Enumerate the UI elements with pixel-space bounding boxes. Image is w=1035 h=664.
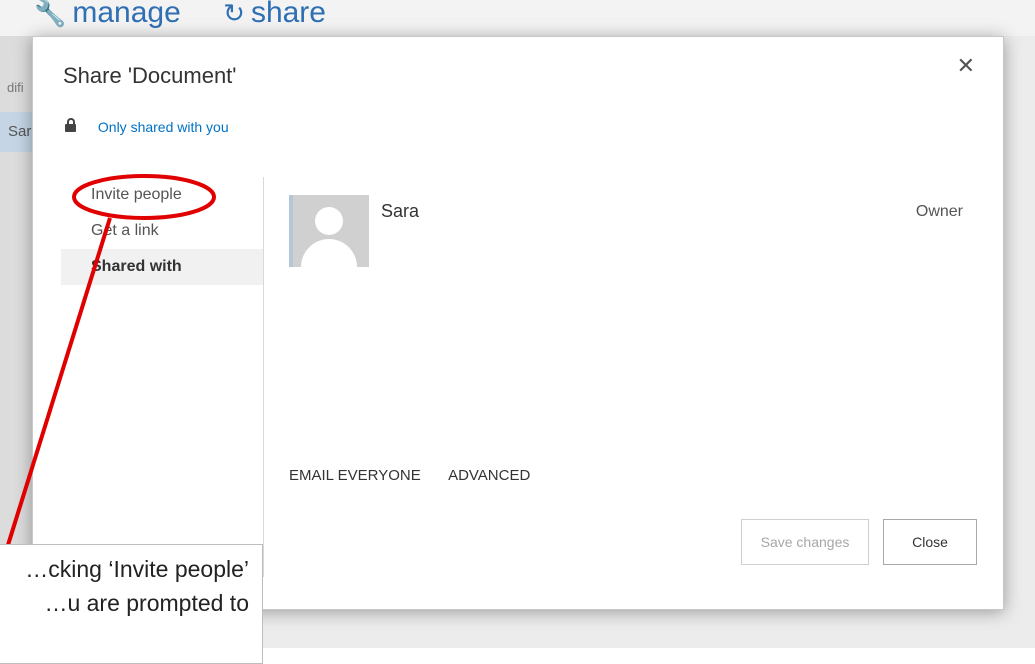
shared-user-row: Sara Owner: [289, 195, 969, 267]
avatar: [289, 195, 369, 267]
ribbon-manage[interactable]: 🔧 manage: [34, 0, 181, 30]
user-permission: Owner: [915, 203, 963, 220]
avatar-head: [315, 207, 343, 235]
nav-shared-with[interactable]: Shared with: [61, 249, 263, 285]
nav-get-a-link[interactable]: Get a link: [61, 213, 263, 249]
nav-divider: [263, 177, 264, 577]
background-list-row: Sar: [0, 112, 34, 152]
sharing-status-link[interactable]: Only shared with you: [98, 119, 229, 135]
close-button[interactable]: Close: [883, 519, 977, 565]
nav-invite-people[interactable]: Invite people: [61, 177, 263, 213]
avatar-shoulders: [301, 239, 357, 267]
sharing-status[interactable]: Only shared with you: [65, 118, 229, 135]
dialog-title: Share 'Document': [63, 63, 237, 88]
user-name: Sara: [381, 201, 420, 221]
lock-icon: [65, 118, 76, 132]
close-icon[interactable]: ✕: [957, 53, 975, 79]
background-column-header: difi: [7, 80, 24, 95]
share-icon: ↻: [223, 0, 245, 28]
share-dialog: Share 'Document' ✕ Only shared with you …: [32, 36, 1004, 610]
ribbon-share[interactable]: ↻ share: [223, 0, 326, 30]
shared-actions: EMAIL EVERYONE ADVANCED: [289, 467, 554, 484]
email-everyone-link[interactable]: EMAIL EVERYONE: [289, 467, 421, 484]
save-changes-button[interactable]: Save changes: [741, 519, 869, 565]
callout-text: …cking ‘Invite people’ …u are prompted t…: [25, 556, 249, 616]
advanced-link[interactable]: ADVANCED: [448, 467, 530, 484]
wrench-icon: 🔧: [34, 0, 67, 28]
callout-box: …cking ‘Invite people’ …u are prompted t…: [0, 544, 263, 664]
share-nav: Invite people Get a link Shared with: [61, 177, 263, 285]
background-ribbon: 🔧 manage ↻ share: [34, 0, 360, 30]
